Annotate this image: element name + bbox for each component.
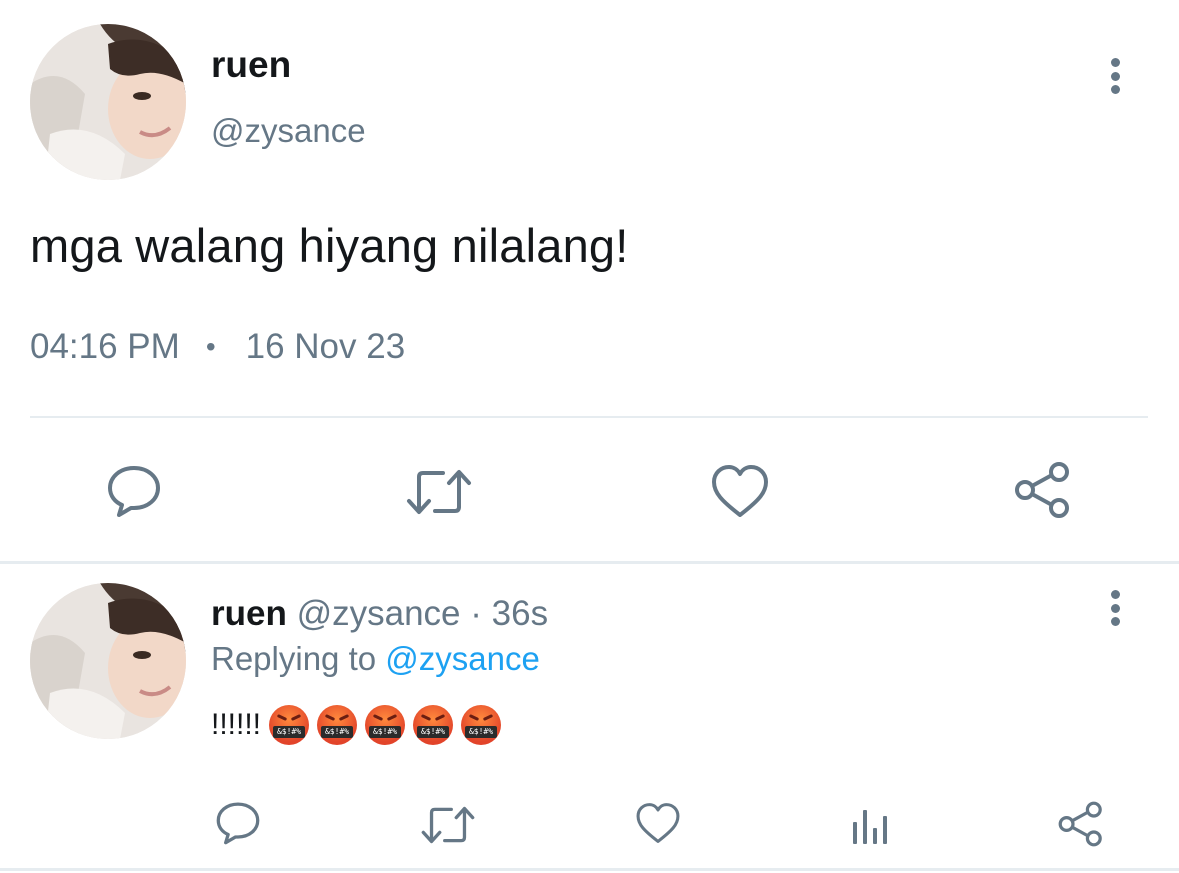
- replying-label: Replying to: [211, 640, 377, 677]
- avatar[interactable]: [30, 24, 186, 180]
- tweet-text-content: !!!!!!: [211, 708, 262, 741]
- like-button[interactable]: [710, 463, 770, 519]
- avatar-photo: [30, 583, 186, 739]
- display-name[interactable]: ruen: [211, 44, 291, 86]
- retweet-icon: [421, 806, 475, 844]
- reply-icon: [216, 802, 260, 845]
- emoji-group: &$!#% &$!#% &$!#% &$!#% &$!#%: [269, 705, 509, 745]
- mention-link[interactable]: @zysance: [385, 640, 540, 677]
- share-icon: [1015, 462, 1069, 518]
- share-button[interactable]: [1013, 460, 1073, 520]
- cursing-face-emoji-icon: &$!#%: [269, 705, 310, 745]
- more-options-icon[interactable]: [1100, 58, 1130, 94]
- reply-button[interactable]: [214, 799, 262, 847]
- section-divider: [0, 561, 1179, 564]
- user-handle[interactable]: @zysance: [297, 594, 461, 633]
- display-name[interactable]: ruen: [211, 594, 287, 633]
- tweet-time: 04:16 PM: [30, 327, 180, 366]
- share-icon: [1058, 801, 1102, 847]
- like-icon: [636, 803, 680, 843]
- reply-button[interactable]: [104, 462, 164, 520]
- tweet-date: 16 Nov 23: [245, 327, 406, 366]
- share-button[interactable]: [1057, 800, 1105, 848]
- meta-separator: •: [205, 331, 216, 362]
- more-options-icon[interactable]: [1100, 590, 1130, 626]
- cursing-face-emoji-icon: &$!#%: [317, 705, 358, 745]
- retweet-icon: [407, 470, 471, 514]
- analytics-button[interactable]: [849, 806, 891, 846]
- like-icon: [712, 465, 768, 517]
- retweet-button[interactable]: [420, 801, 476, 849]
- cursing-face-emoji-icon: &$!#%: [413, 705, 454, 745]
- reply-header: ruen @zysance · 36s: [211, 594, 548, 634]
- bottom-divider: [0, 868, 1179, 871]
- retweet-button[interactable]: [405, 463, 473, 521]
- tweet-text: mga walang hiyang nilalang!: [30, 219, 629, 272]
- tweet-text: !!!!!! &$!#% &$!#% &$!#% &$!#% &$!#%: [211, 705, 509, 745]
- avatar[interactable]: [30, 583, 186, 739]
- user-handle[interactable]: @zysance: [211, 112, 366, 150]
- tweet-age: 36s: [491, 594, 549, 633]
- divider: [30, 416, 1148, 418]
- avatar-photo: [30, 24, 186, 180]
- replying-to: Replying to @zysance: [211, 640, 540, 678]
- analytics-icon: [853, 810, 887, 844]
- like-button[interactable]: [635, 801, 681, 845]
- cursing-face-emoji-icon: &$!#%: [461, 705, 502, 745]
- cursing-face-emoji-icon: &$!#%: [365, 705, 406, 745]
- main-tweet: ruen @zysance mga walang hiyang nilalang…: [0, 0, 1179, 562]
- reply-icon: [108, 466, 160, 517]
- meta-separator: ·: [470, 594, 482, 633]
- tweet-timestamp: 04:16 PM • 16 Nov 23: [30, 327, 405, 367]
